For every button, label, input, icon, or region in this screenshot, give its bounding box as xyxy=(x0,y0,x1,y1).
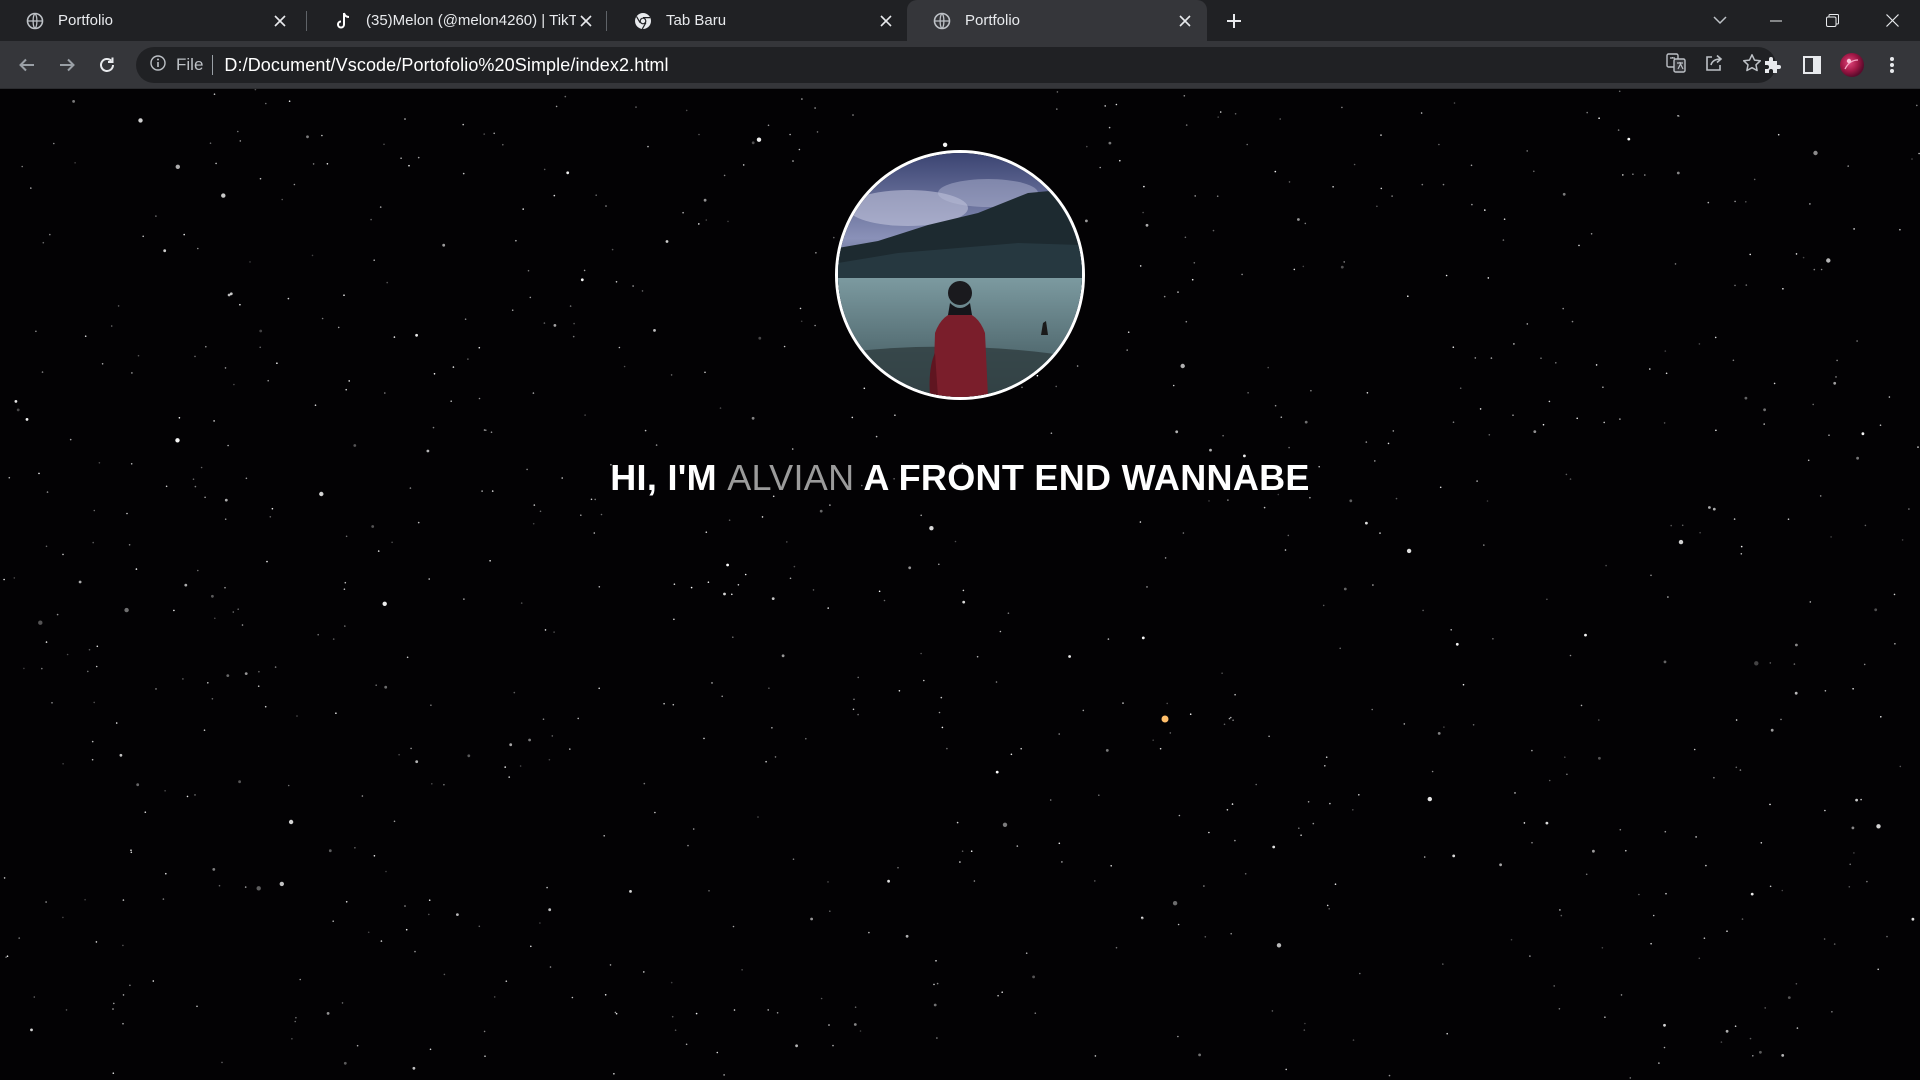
puzzle-icon xyxy=(1765,57,1781,73)
tab-portfolio-active[interactable]: Portfolio xyxy=(907,0,1207,41)
close-window-button[interactable] xyxy=(1864,0,1920,41)
tab-separator xyxy=(606,11,607,31)
site-info-chip[interactable]: File xyxy=(150,54,204,76)
arrow-right-icon xyxy=(60,58,75,72)
tiktok-icon xyxy=(334,12,352,30)
tab-title: Tab Baru xyxy=(666,12,727,29)
avatar-icon xyxy=(1840,53,1864,77)
tab-close-icon[interactable] xyxy=(876,11,896,31)
address-bar[interactable]: File D:/Document/Vscode/Portofolio%20Sim… xyxy=(136,47,1776,83)
extensions-button[interactable] xyxy=(1756,49,1788,81)
kebab-menu-icon xyxy=(1890,57,1894,73)
browser-toolbar: File D:/Document/Vscode/Portofolio%20Sim… xyxy=(0,41,1920,89)
tab-close-icon[interactable] xyxy=(270,11,290,31)
share-icon[interactable] xyxy=(1704,53,1724,78)
profile-photo xyxy=(835,150,1085,400)
side-panel-icon xyxy=(1803,56,1821,74)
omnibox-divider xyxy=(212,55,214,75)
back-button[interactable] xyxy=(11,49,43,81)
plus-icon xyxy=(1227,14,1241,28)
info-icon xyxy=(150,54,166,76)
omnibox-actions xyxy=(1666,47,1762,83)
tab-close-icon[interactable] xyxy=(1175,11,1195,31)
headline-name: ALVIAN xyxy=(727,457,855,498)
tab-tiktok[interactable]: (35)Melon (@melon4260) | TikTok xyxy=(308,0,608,41)
side-panel-button[interactable] xyxy=(1796,49,1828,81)
minimize-icon xyxy=(1770,20,1782,21)
tab-separator xyxy=(306,11,307,31)
hero-headline: HI, I'M ALVIAN A FRONT END WANNABE xyxy=(0,457,1920,499)
menu-button[interactable] xyxy=(1876,49,1908,81)
chevron-down-icon xyxy=(1713,16,1727,25)
headline-suffix: A FRONT END WANNABE xyxy=(863,457,1310,498)
tab-title: Portfolio xyxy=(965,12,1021,29)
tab-title: (35)Melon (@melon4260) | TikTok xyxy=(366,12,576,29)
arrow-left-icon xyxy=(19,58,34,72)
restore-button[interactable] xyxy=(1804,0,1860,41)
tab-close-icon[interactable] xyxy=(576,11,596,31)
tab-search-button[interactable] xyxy=(1692,0,1748,41)
restore-icon xyxy=(1825,14,1839,27)
page-viewport: HI, I'M ALVIAN A FRONT END WANNABE xyxy=(0,89,1920,1080)
tab-new-tab-page[interactable]: Tab Baru xyxy=(608,0,908,41)
new-tab-button[interactable] xyxy=(1217,5,1251,37)
close-icon xyxy=(1885,14,1899,27)
globe-icon xyxy=(26,12,44,30)
tab-strip: Portfolio (35)Melon (@melon4260) | TikTo… xyxy=(0,0,1920,41)
url-text[interactable]: D:/Document/Vscode/Portofolio%20Simple/i… xyxy=(224,55,668,76)
tab-title: Portfolio xyxy=(58,12,114,29)
minimize-button[interactable] xyxy=(1748,0,1804,41)
reload-icon xyxy=(100,57,114,72)
globe-icon xyxy=(933,12,951,30)
reload-button[interactable] xyxy=(91,49,123,81)
tab-portfolio-1[interactable]: Portfolio xyxy=(0,0,302,41)
chrome-icon xyxy=(634,12,652,30)
profile-button[interactable] xyxy=(1836,49,1868,81)
translate-icon[interactable] xyxy=(1666,52,1686,78)
forward-button[interactable] xyxy=(51,49,83,81)
scheme-label: File xyxy=(176,55,204,74)
headline-prefix: HI, I'M xyxy=(610,457,717,498)
